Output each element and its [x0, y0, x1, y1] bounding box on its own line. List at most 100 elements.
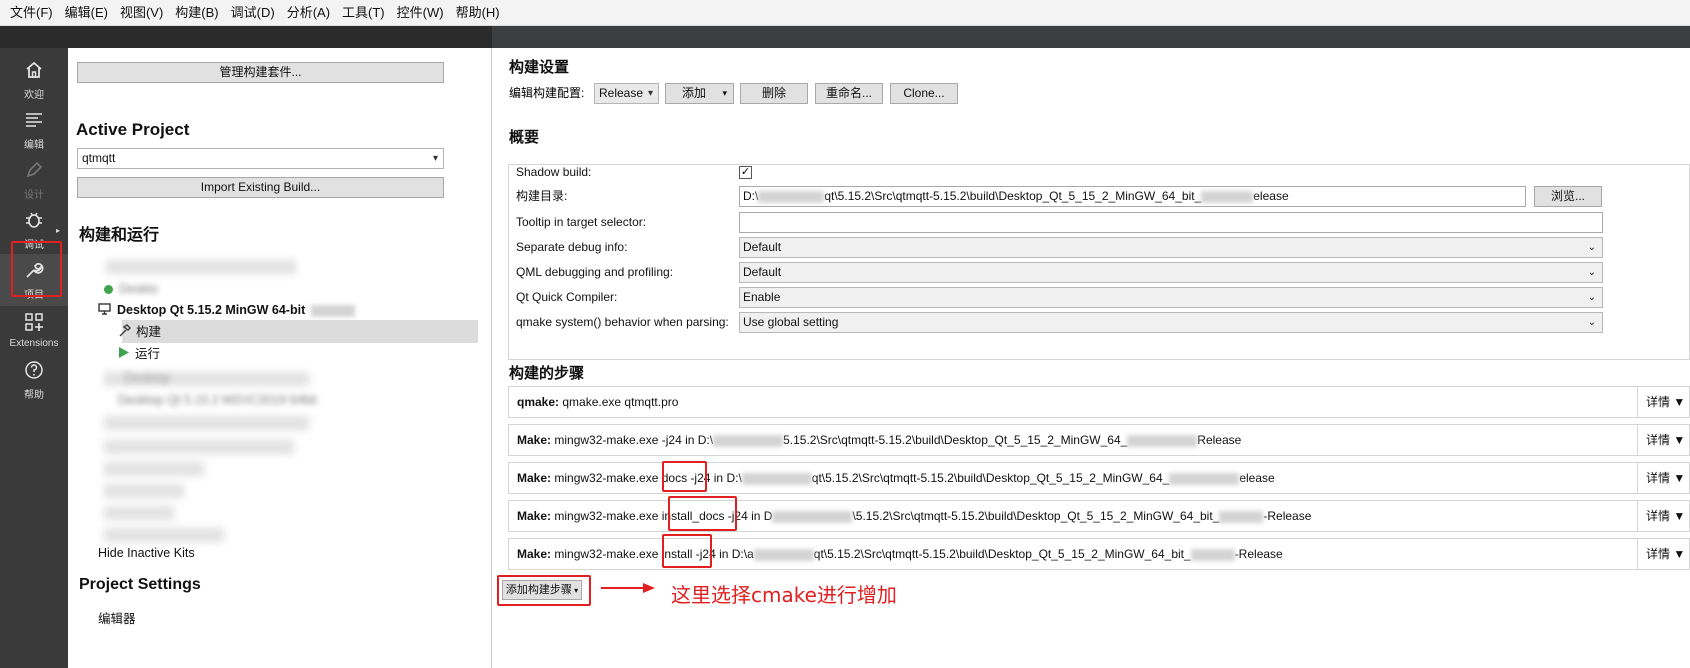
quick-compiler-label: Qt Quick Compiler:	[516, 290, 618, 304]
edit-lines-icon	[24, 110, 44, 133]
caret-down-icon: ▼	[1673, 433, 1686, 447]
tooltip-input[interactable]	[739, 212, 1603, 233]
chevron-down-icon: ⌄	[1587, 242, 1596, 253]
build-step-name: Make:	[517, 547, 552, 561]
add-config-button[interactable]: 添加 ▾	[665, 83, 734, 104]
project-select-value: qtmqtt	[82, 151, 116, 165]
chevron-right-icon: ▸	[55, 226, 60, 235]
quick-compiler-select[interactable]: Enable ⌄	[739, 287, 1603, 308]
redacted-text	[1127, 434, 1198, 447]
mode-welcome[interactable]: 欢迎	[0, 54, 68, 106]
build-step-command: mingw32-make.exe docs -j24 in D:\	[554, 471, 742, 485]
inactive-kit-item[interactable]: Desktop Qt 5.15.2 MSVC2019 64bit	[118, 389, 317, 411]
build-run-heading: 构建和运行	[79, 227, 160, 244]
mode-welcome-label: 欢迎	[24, 89, 44, 101]
kit-item-inactive-partial[interactable]: Deskto	[104, 278, 158, 300]
menu-debug[interactable]: 调试(D)	[225, 0, 281, 26]
build-step-text: Make: mingw32-make.exe install_docs -j24…	[517, 501, 1311, 531]
redacted-kit	[104, 484, 184, 498]
menu-tools[interactable]: 工具(T)	[336, 0, 391, 26]
menu-help[interactable]: 帮助(H)	[450, 0, 506, 26]
separate-debug-select[interactable]: Default ⌄	[739, 237, 1603, 258]
details-button[interactable]: 详情 ▼	[1637, 501, 1689, 531]
menu-controls[interactable]: 控件(W)	[391, 0, 450, 26]
build-step-text: Make: mingw32-make.exe install -j24 in D…	[517, 539, 1283, 569]
build-step-text: Make: mingw32-make.exe docs -j24 in D:\ q…	[517, 463, 1275, 493]
menu-file[interactable]: 文件(F)	[4, 0, 59, 26]
clone-config-button[interactable]: Clone...	[890, 83, 958, 104]
menu-analyze[interactable]: 分析(A)	[281, 0, 336, 26]
caret-down-icon: ▼	[1673, 395, 1686, 409]
redacted-text	[772, 510, 853, 523]
mode-edit[interactable]: 编辑	[0, 104, 68, 156]
toolbar-strip-left	[0, 26, 492, 48]
details-button[interactable]: 详情 ▼	[1637, 539, 1689, 569]
menu-edit[interactable]: 编辑(E)	[59, 0, 114, 26]
redacted-text	[1219, 510, 1264, 523]
menu-view[interactable]: 视图(V)	[114, 0, 169, 26]
mode-design[interactable]: 设计	[0, 154, 68, 206]
toolbar-strip	[0, 26, 1690, 48]
build-settings-panel: 构建设置 编辑构建配置: Release ▾ 添加 ▾ 删除 重命名... Cl…	[493, 48, 1690, 668]
mode-help[interactable]: 帮助	[0, 354, 68, 406]
pen-icon	[24, 160, 44, 183]
build-step-name: Make:	[517, 471, 552, 485]
rename-config-button[interactable]: 重命名...	[815, 83, 883, 104]
redacted-text	[1169, 472, 1240, 485]
build-config-value: Release	[599, 86, 644, 100]
redacted-kit	[106, 260, 296, 274]
build-step-command: mingw32-make.exe -j24 in D:\	[554, 433, 714, 447]
delete-config-button[interactable]: 删除	[740, 83, 808, 104]
qmake-behavior-select[interactable]: Use global setting ⌄	[739, 312, 1603, 333]
details-label: 详情	[1646, 471, 1671, 485]
build-step-text: Make: mingw32-make.exe -j24 in D:\ 5.15.2…	[517, 425, 1241, 455]
build-step-suffix: -Release	[1234, 547, 1283, 561]
browse-button[interactable]: 浏览...	[1534, 186, 1602, 207]
menu-build[interactable]: 构建(B)	[169, 0, 224, 26]
highlight-box-install	[662, 534, 712, 568]
mode-extensions-label: Extensions	[9, 337, 59, 349]
build-dir-label: 构建目录:	[516, 189, 568, 203]
manage-kits-button[interactable]: 管理构建套件...	[77, 62, 444, 83]
tree-item-run[interactable]: 运行	[118, 343, 160, 365]
redacted-text	[713, 434, 784, 447]
separate-debug-value: Default	[743, 240, 782, 254]
tooltip-label: Tooltip in target selector:	[516, 215, 647, 229]
details-label: 详情	[1646, 395, 1671, 409]
build-step-name: Make:	[517, 509, 552, 523]
mode-design-label: 设计	[24, 189, 44, 201]
build-step-command: mingw32-make.exe install_docs -j24 in D	[554, 509, 773, 523]
kit-item-active[interactable]: Desktop Qt 5.15.2 MinGW 64-bit	[98, 299, 355, 321]
build-step-make[interactable]: Make: mingw32-make.exe -j24 in D:\ 5.15.2…	[508, 424, 1690, 456]
qml-debug-select[interactable]: Default ⌄	[739, 262, 1603, 283]
shadow-build-checkbox[interactable]: ✓	[739, 166, 752, 179]
build-dir-suffix: elease	[1253, 189, 1289, 203]
project-navigation-panel: 管理构建套件... Active Project qtmqtt ▾ Import…	[68, 48, 492, 668]
qmake-behavior-label: qmake system() behavior when parsing:	[516, 315, 729, 329]
build-step-name: Make:	[517, 433, 552, 447]
details-button[interactable]: 详情 ▼	[1637, 387, 1689, 417]
dropdown-arrow-icon: ▾	[722, 88, 727, 98]
redacted-text	[1190, 548, 1235, 561]
extensions-icon	[24, 312, 44, 335]
build-config-select[interactable]: Release ▾	[594, 83, 659, 104]
tree-selection-highlight	[122, 320, 478, 343]
project-select[interactable]: qtmqtt ▾	[77, 148, 444, 169]
annotation-text: 这里选择cmake进行增加	[671, 583, 897, 607]
shadow-build-label: Shadow build:	[516, 165, 592, 179]
import-build-button[interactable]: Import Existing Build...	[77, 177, 444, 198]
check-icon: ✓	[740, 166, 751, 178]
redacted-kit	[104, 372, 309, 386]
tree-item-build[interactable]: 构建	[118, 321, 161, 343]
settings-item-editor[interactable]: 编辑器	[98, 608, 136, 630]
build-dir-mid: qt\5.15.2\Src\qtmqtt-5.15.2\build\Deskto…	[824, 189, 1202, 203]
details-button[interactable]: 详情 ▼	[1637, 425, 1689, 455]
build-step-suffix: elease	[1239, 471, 1275, 485]
redacted-text	[741, 472, 812, 485]
details-button[interactable]: 详情 ▼	[1637, 463, 1689, 493]
build-dir-input[interactable]: D:\ qt\5.15.2\Src\qtmqtt-5.15.2\build\Des…	[739, 186, 1526, 207]
build-step-qmake[interactable]: qmake: qmake.exe qtmqtt.pro 详情 ▼	[508, 386, 1690, 418]
redacted-text	[310, 304, 355, 317]
hide-inactive-kits-link[interactable]: Hide Inactive Kits	[98, 542, 195, 564]
mode-extensions[interactable]: Extensions	[0, 304, 68, 356]
